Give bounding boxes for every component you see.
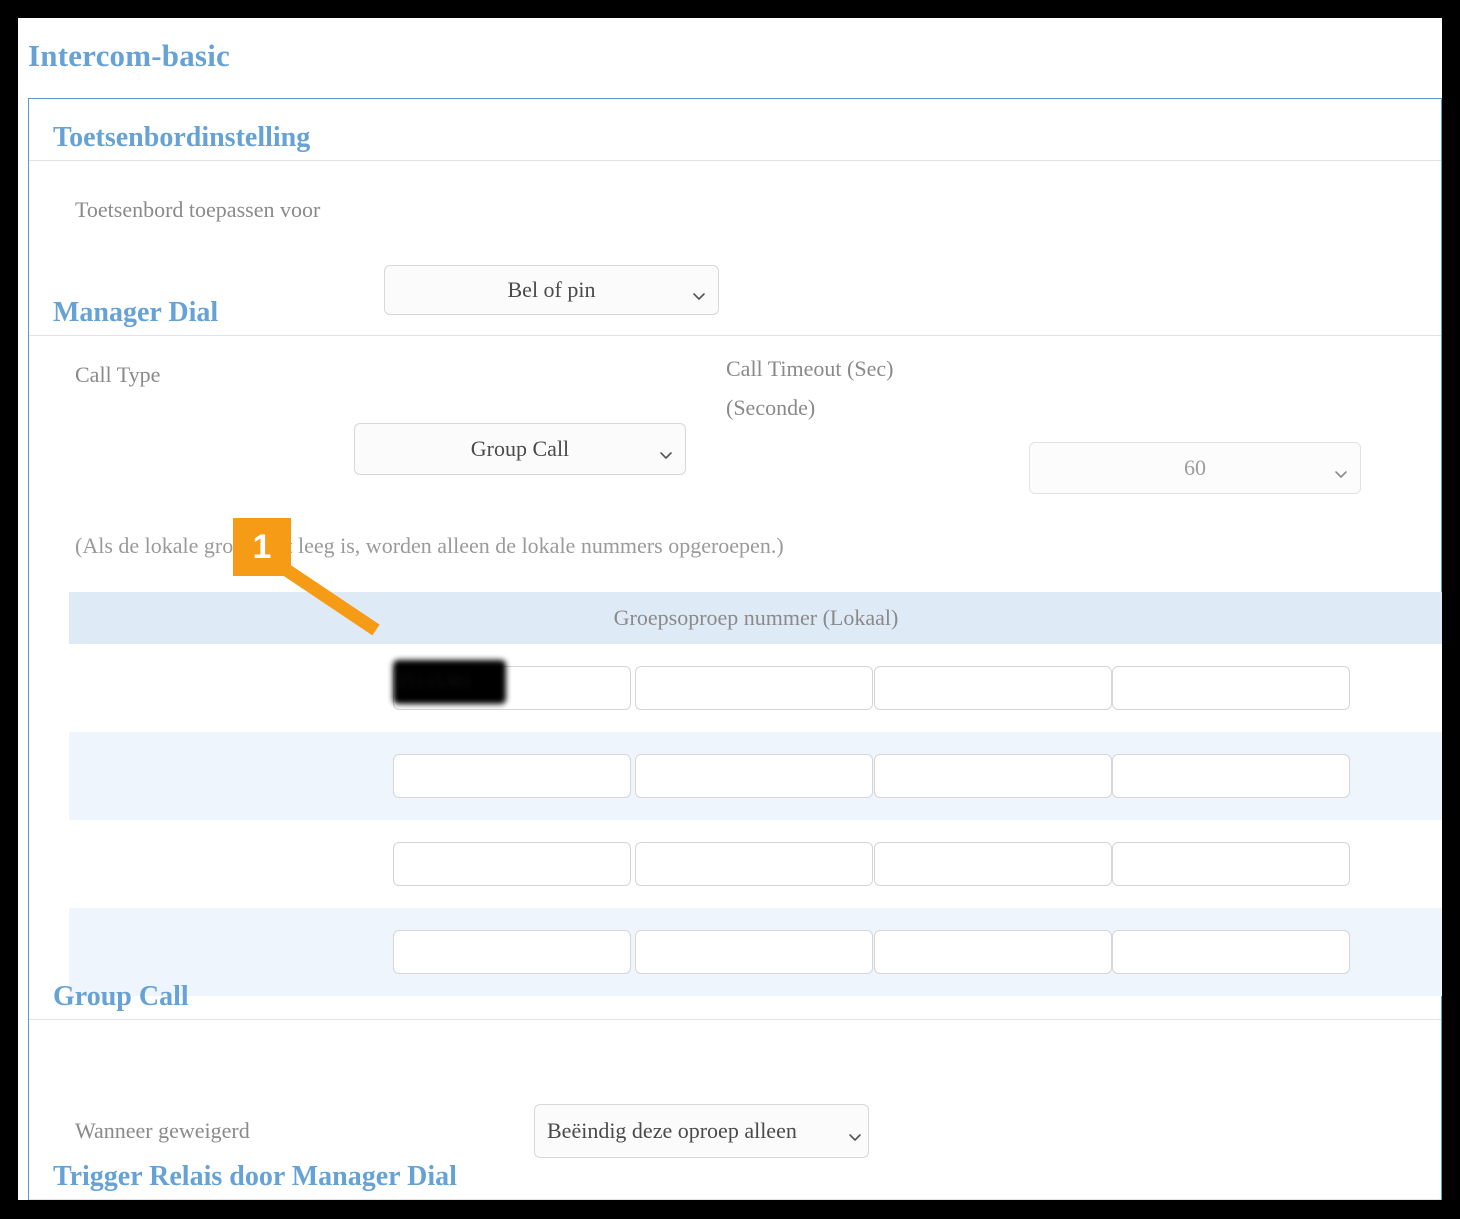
group-call-number-input-2-4[interactable] [1112, 754, 1350, 798]
section-heading-trigger-relay: Trigger Relais door Manager Dial [29, 1138, 1441, 1200]
keyboard-apply-label: Toetsenbord toepassen voor [75, 197, 320, 223]
call-type-label: Call Type [75, 362, 160, 388]
group-call-number-input-2-3[interactable] [874, 754, 1112, 798]
section-heading-group-call: Group Call [29, 958, 1441, 1020]
group-call-number-input-3-1[interactable] [393, 842, 631, 886]
page-title: Intercom-basic [28, 38, 230, 74]
call-timeout-select-value: 60 [1184, 455, 1206, 481]
chevron-down-icon [1334, 461, 1348, 475]
settings-page: Intercom-basic Toetsenbordinstelling Toe… [18, 18, 1442, 1200]
table-header-label: Groepsoproep nummer (Lokaal) [614, 605, 899, 631]
group-call-number-input-2-2[interactable] [635, 754, 873, 798]
local-group-note: (Als de lokale groep niet leeg is, worde… [75, 533, 784, 559]
chevron-down-icon [659, 442, 673, 456]
call-timeout-label-line1: Call Timeout (Sec) [726, 356, 893, 382]
table-header: Groepsoproep nummer (Lokaal) [69, 592, 1442, 644]
section-heading-keyboard: Toetsenbordinstelling [29, 99, 1441, 161]
section-heading-keyboard-label: Toetsenbordinstelling [53, 122, 310, 154]
group-call-number-input-1-3[interactable] [874, 666, 1112, 710]
call-timeout-label-line2: (Seconde) [726, 395, 815, 421]
table-row [69, 732, 1442, 820]
group-call-number-input-3-3[interactable] [874, 842, 1112, 886]
group-call-number-input-1-4[interactable] [1112, 666, 1350, 710]
redaction-overlay: 15115301 [393, 660, 506, 704]
section-heading-group-call-label: Group Call [53, 981, 189, 1013]
group-call-number-input-3-2[interactable] [635, 842, 873, 886]
call-timeout-select[interactable]: 60 [1029, 442, 1361, 494]
section-heading-manager-dial-label: Manager Dial [53, 297, 218, 329]
group-call-number-input-2-1[interactable] [393, 754, 631, 798]
section-heading-trigger-relay-label: Trigger Relais door Manager Dial [53, 1161, 457, 1193]
settings-panel: Toetsenbordinstelling Toetsenbord toepas… [28, 98, 1442, 1200]
call-type-select[interactable]: Group Call [354, 423, 686, 475]
call-type-select-value: Group Call [471, 436, 569, 462]
section-heading-manager-dial: Manager Dial [29, 274, 1441, 336]
group-call-number-input-1-2[interactable] [635, 666, 873, 710]
group-call-number-input-3-4[interactable] [1112, 842, 1350, 886]
table-row [69, 820, 1442, 908]
table-row: 15115301 [69, 644, 1442, 732]
group-call-number-table: Groepsoproep nummer (Lokaal) 15115301 [69, 592, 1442, 996]
